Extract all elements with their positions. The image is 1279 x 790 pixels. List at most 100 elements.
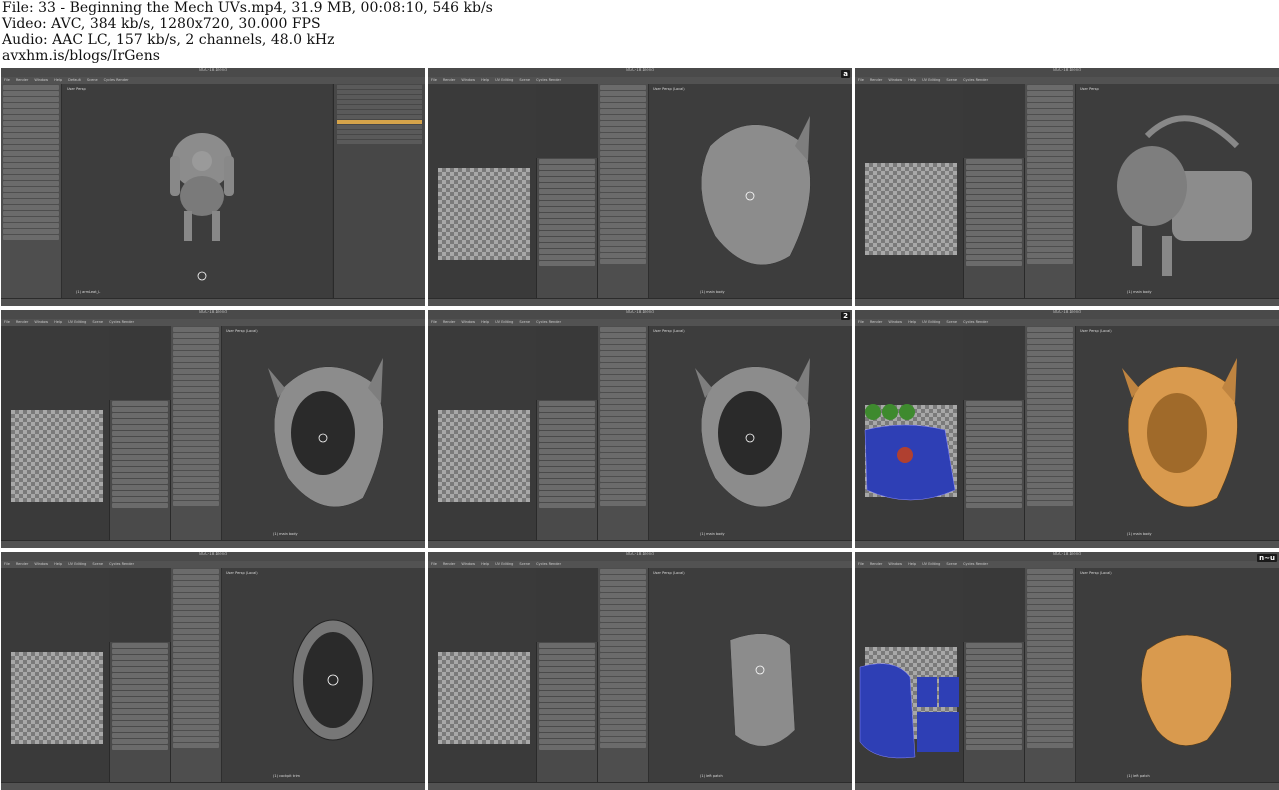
- tool-button[interactable]: [173, 381, 219, 386]
- property-field[interactable]: [966, 473, 1022, 478]
- property-field[interactable]: [966, 443, 1022, 448]
- property-field[interactable]: [966, 237, 1022, 242]
- tool-button[interactable]: [173, 483, 219, 488]
- property-field[interactable]: [539, 207, 595, 212]
- tool-button[interactable]: [600, 357, 646, 362]
- menu-item[interactable]: Render: [443, 78, 455, 82]
- property-field[interactable]: [539, 419, 595, 424]
- property-field[interactable]: [966, 691, 1022, 696]
- property-field[interactable]: [966, 503, 1022, 508]
- menu-item[interactable]: Render: [870, 320, 882, 324]
- tool-button[interactable]: [1027, 429, 1073, 434]
- tool-button[interactable]: [1027, 719, 1073, 724]
- tool-button[interactable]: [600, 695, 646, 700]
- tool-button[interactable]: [1027, 351, 1073, 356]
- property-field[interactable]: [966, 673, 1022, 678]
- tool-button[interactable]: [600, 229, 646, 234]
- menu-item[interactable]: Cycles Render: [536, 78, 561, 82]
- tool-button[interactable]: [3, 151, 59, 156]
- tool-button[interactable]: [3, 85, 59, 90]
- menu-item[interactable]: Render: [16, 78, 28, 82]
- tool-button[interactable]: [600, 719, 646, 724]
- uv-properties-panel[interactable]: [963, 158, 1025, 298]
- tool-button[interactable]: [1027, 157, 1073, 162]
- menu-item[interactable]: Window: [34, 78, 48, 82]
- tool-button[interactable]: [3, 229, 59, 234]
- property-field[interactable]: [966, 249, 1022, 254]
- menu-item[interactable]: UV Editing: [495, 78, 513, 82]
- tool-button[interactable]: [600, 381, 646, 386]
- tool-button[interactable]: [1027, 465, 1073, 470]
- tool-button[interactable]: [1027, 387, 1073, 392]
- tool-button[interactable]: [600, 399, 646, 404]
- tool-button[interactable]: [3, 235, 59, 240]
- tool-button[interactable]: [600, 345, 646, 350]
- tool-button[interactable]: [600, 599, 646, 604]
- tool-button[interactable]: [600, 453, 646, 458]
- property-field[interactable]: [539, 649, 595, 654]
- tool-button[interactable]: [173, 659, 219, 664]
- tool-button[interactable]: [173, 465, 219, 470]
- tool-button[interactable]: [600, 217, 646, 222]
- blender-header-bar[interactable]: [428, 298, 852, 306]
- mesh-object[interactable]: [650, 86, 850, 296]
- property-field[interactable]: [112, 497, 168, 502]
- property-field[interactable]: [539, 673, 595, 678]
- tool-button[interactable]: [600, 471, 646, 476]
- tool-button[interactable]: [1027, 593, 1073, 598]
- menu-item[interactable]: UV Editing: [68, 320, 86, 324]
- property-field[interactable]: [966, 207, 1022, 212]
- tool-button[interactable]: [1027, 405, 1073, 410]
- tool-button[interactable]: [1027, 375, 1073, 380]
- tool-button[interactable]: [600, 617, 646, 622]
- property-field[interactable]: [966, 497, 1022, 502]
- property-field[interactable]: [966, 419, 1022, 424]
- mesh-object[interactable]: [1077, 86, 1277, 296]
- tool-button[interactable]: [1027, 333, 1073, 338]
- menu-item[interactable]: Scene: [946, 562, 957, 566]
- tool-button[interactable]: [173, 393, 219, 398]
- tool-button[interactable]: [600, 363, 646, 368]
- outliner-row[interactable]: [337, 100, 422, 104]
- property-field[interactable]: [539, 473, 595, 478]
- tool-button[interactable]: [3, 127, 59, 132]
- tool-button[interactable]: [1027, 127, 1073, 132]
- property-field[interactable]: [112, 733, 168, 738]
- tool-button[interactable]: [3, 157, 59, 162]
- tool-button[interactable]: [173, 665, 219, 670]
- tool-button[interactable]: [173, 399, 219, 404]
- tool-button[interactable]: [600, 653, 646, 658]
- mesh-object[interactable]: [223, 570, 423, 780]
- menu-item[interactable]: File: [4, 78, 10, 82]
- tool-button[interactable]: [600, 465, 646, 470]
- tool-button[interactable]: [173, 671, 219, 676]
- property-field[interactable]: [112, 419, 168, 424]
- tool-button[interactable]: [1027, 369, 1073, 374]
- property-field[interactable]: [966, 243, 1022, 248]
- tool-button[interactable]: [173, 575, 219, 580]
- tool-button[interactable]: [600, 247, 646, 252]
- tool-button[interactable]: [600, 91, 646, 96]
- property-field[interactable]: [112, 455, 168, 460]
- tool-button[interactable]: [173, 435, 219, 440]
- property-field[interactable]: [966, 643, 1022, 648]
- tool-button[interactable]: [1027, 181, 1073, 186]
- property-field[interactable]: [539, 201, 595, 206]
- tool-button[interactable]: [173, 417, 219, 422]
- tool-button[interactable]: [1027, 659, 1073, 664]
- menu-item[interactable]: Window: [888, 562, 902, 566]
- tool-button[interactable]: [3, 223, 59, 228]
- tool-button[interactable]: [1027, 235, 1073, 240]
- property-field[interactable]: [966, 231, 1022, 236]
- menu-item[interactable]: Scene: [946, 78, 957, 82]
- tool-button[interactable]: [173, 495, 219, 500]
- tool-button[interactable]: [600, 163, 646, 168]
- tool-button[interactable]: [1027, 605, 1073, 610]
- tool-button[interactable]: [1027, 737, 1073, 742]
- outliner-row[interactable]: [337, 115, 422, 119]
- tool-button[interactable]: [600, 423, 646, 428]
- menu-item[interactable]: Window: [461, 320, 475, 324]
- tool-button[interactable]: [173, 695, 219, 700]
- tool-button[interactable]: [3, 211, 59, 216]
- tool-button[interactable]: [600, 495, 646, 500]
